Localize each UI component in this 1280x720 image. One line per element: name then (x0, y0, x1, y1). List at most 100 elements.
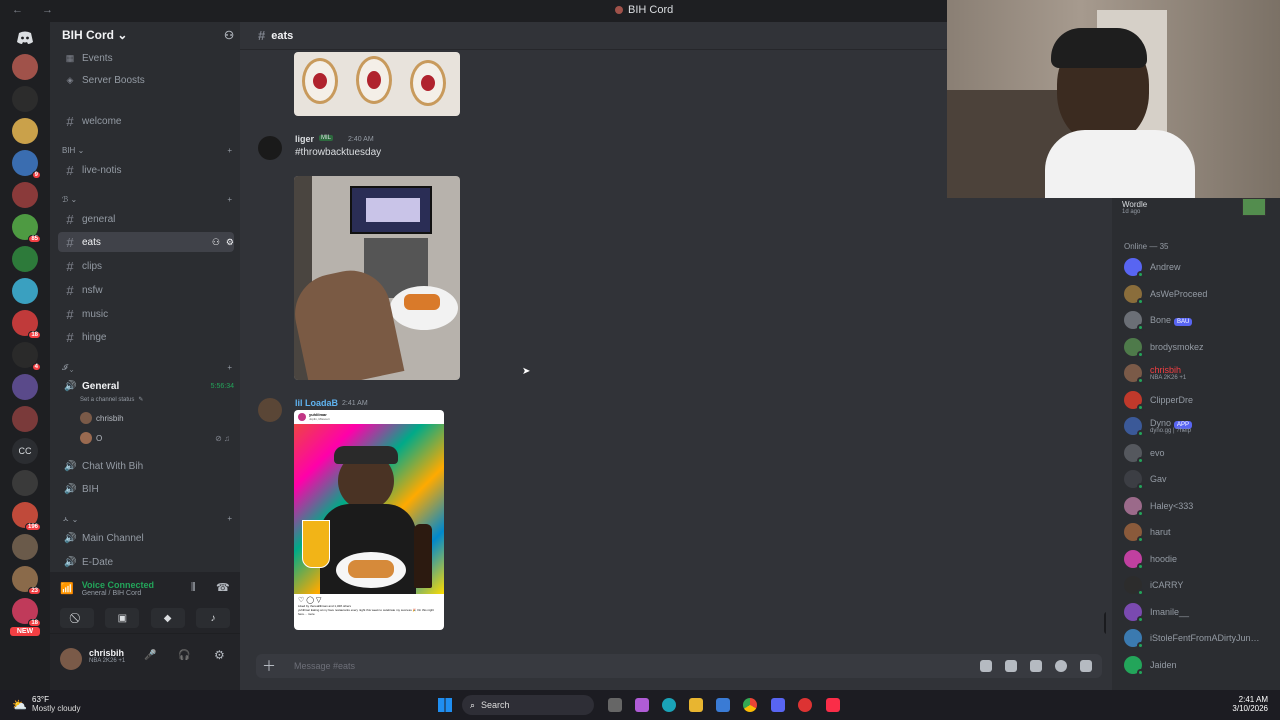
member-item[interactable]: AsWeProceed (1124, 284, 1207, 305)
member-item[interactable]: Jaiden (1124, 655, 1177, 676)
server-header[interactable]: BIH Cord ⌄ ⚇ (50, 22, 240, 48)
nav-arrows[interactable]: ← → (12, 4, 61, 16)
headphones-icon[interactable]: 🎧 (178, 650, 190, 661)
voice-user-o[interactable]: O ⊘ ♫ (80, 432, 230, 444)
member-item[interactable]: brodysmokez (1124, 337, 1204, 358)
add-channel-icon[interactable]: + (227, 146, 232, 155)
server-icon[interactable]: 85 (12, 214, 41, 243)
member-item[interactable]: Andrew (1124, 258, 1181, 278)
message-image[interactable] (294, 176, 460, 380)
member-item[interactable]: iStoleFentFromADirtyJun… (1124, 629, 1260, 649)
member-item[interactable]: Haley<333 (1124, 496, 1193, 517)
member-item[interactable]: Bone BAU (1124, 311, 1193, 331)
member-item[interactable]: chrisbih NBA 2K26 +1 (1124, 364, 1186, 384)
channel-nsfw[interactable]: # nsfw (58, 280, 234, 300)
server-icon[interactable] (12, 246, 38, 272)
voice-channel-bih[interactable]: 🔊 BIH (58, 479, 234, 499)
server-icon[interactable] (12, 118, 38, 144)
add-attachment-icon[interactable]: ＋ (256, 656, 282, 676)
instagram-embed[interactable]: yuhlilmar Joplin, Missouri ♡ ◯ ▽ Liked b… (294, 410, 444, 630)
copilot-icon[interactable] (635, 698, 649, 712)
sticker-icon[interactable] (1030, 660, 1042, 672)
member-item[interactable]: Gav (1124, 470, 1167, 490)
server-icon[interactable] (12, 470, 38, 496)
server-icon[interactable]: 196 (12, 502, 41, 531)
server-icon[interactable]: 18 (12, 310, 41, 339)
add-member-icon[interactable]: ⚇ (224, 29, 234, 42)
category-bih[interactable]: BIH ⌄ + (62, 146, 232, 155)
app-icon[interactable] (798, 698, 812, 712)
message-author[interactable]: lil LoadaB (295, 398, 338, 408)
server-icon[interactable] (12, 54, 38, 80)
new-badge[interactable]: NEW (10, 627, 40, 636)
store-icon[interactable] (716, 698, 730, 712)
avatar[interactable] (258, 398, 282, 422)
gear-icon[interactable]: ⚙ (214, 648, 225, 662)
soundboard-button[interactable]: ♪ (195, 608, 230, 628)
message-author[interactable]: liger (295, 134, 314, 144)
scrollbar-thumb[interactable] (1104, 612, 1106, 634)
server-icon[interactable] (12, 406, 38, 432)
video-off-button[interactable]: ⃠ (60, 608, 94, 628)
message-input[interactable]: Message #eats (294, 661, 355, 671)
member-item[interactable]: ClipperDre (1124, 390, 1193, 411)
activity-card[interactable]: Wordle 1d ago (1122, 200, 1147, 215)
member-item[interactable]: harut (1124, 523, 1171, 543)
voice-user-chrisbih[interactable]: chrisbih (80, 412, 124, 424)
sidebar-item-events[interactable]: ▦ Events (58, 48, 234, 68)
edge-icon[interactable] (662, 698, 676, 712)
voice-channel-chat-with-bih[interactable]: 🔊 Chat With Bih (58, 456, 234, 476)
gif-icon[interactable] (1005, 660, 1017, 672)
channel-clips[interactable]: # clips (58, 256, 234, 276)
server-icon[interactable] (12, 278, 38, 304)
gear-icon[interactable]: ⚙ (226, 237, 234, 248)
voice-channel-general[interactable]: 🔊 General 5:56:34 (58, 376, 234, 396)
channel-live-notis[interactable]: # live-notis (58, 160, 234, 180)
task-view-icon[interactable] (608, 698, 622, 712)
add-channel-icon[interactable]: + (227, 514, 232, 525)
channel-welcome[interactable]: # welcome (58, 111, 234, 131)
channel-hinge[interactable]: # hinge (58, 327, 234, 347)
server-icon[interactable] (12, 86, 38, 112)
channel-music[interactable]: # music (58, 304, 234, 324)
file-explorer-icon[interactable] (689, 698, 703, 712)
screen-share-button[interactable]: ▣ (105, 608, 140, 628)
apps-icon[interactable] (1080, 660, 1092, 672)
user-name[interactable]: chrisbih (89, 648, 125, 658)
server-icon[interactable]: 4 (12, 342, 41, 371)
message-composer[interactable]: ＋ Message #eats (256, 654, 1102, 678)
server-icon[interactable]: 23 (12, 566, 41, 595)
server-icon[interactable] (12, 534, 38, 560)
microphone-icon[interactable]: 🎤 (144, 650, 156, 661)
avatar[interactable] (258, 136, 282, 160)
member-item[interactable]: hoodie (1124, 549, 1177, 570)
member-item[interactable]: Imanile__ (1124, 602, 1189, 623)
add-channel-icon[interactable]: + (227, 363, 232, 373)
avatar[interactable] (60, 648, 82, 670)
chrome-icon[interactable] (743, 698, 757, 712)
discord-icon[interactable] (771, 698, 785, 712)
channel-general[interactable]: # general (58, 209, 234, 229)
member-item[interactable]: evo (1124, 443, 1165, 464)
server-icon[interactable]: 9 (12, 150, 41, 179)
sidebar-item-server-boosts[interactable]: ◈ Server Boosts (58, 70, 234, 90)
add-channel-icon[interactable]: + (227, 195, 232, 204)
discord-home-icon[interactable] (12, 28, 38, 48)
emoji-icon[interactable] (1055, 660, 1067, 672)
server-icon[interactable] (12, 182, 38, 208)
server-icon-cc[interactable]: CC (12, 438, 38, 464)
member-item[interactable]: iCARRY (1124, 576, 1183, 596)
category-2[interactable]: ℬ ⌄ + (62, 195, 232, 204)
gift-icon[interactable] (980, 660, 992, 672)
noise-suppression-icon[interactable]: ⫼ (191, 582, 196, 593)
channel-eats[interactable]: # eats ⚇ ⚙ (58, 232, 234, 252)
member-item[interactable]: Dyno APP dyno.gg | ?help (1124, 417, 1193, 437)
category-4[interactable]: ㅅ ⌄ + (62, 514, 232, 525)
voice-channel-main[interactable]: 🔊 Main Channel (58, 528, 234, 548)
server-icon[interactable]: 18 (12, 598, 41, 627)
message-image[interactable] (294, 52, 460, 116)
wordle-icon[interactable] (1242, 198, 1266, 216)
server-icon[interactable] (12, 374, 38, 400)
taskbar-search[interactable]: ⌕ Search (462, 695, 594, 715)
category-3[interactable]: 𝓘 ⌄ + (62, 363, 232, 373)
